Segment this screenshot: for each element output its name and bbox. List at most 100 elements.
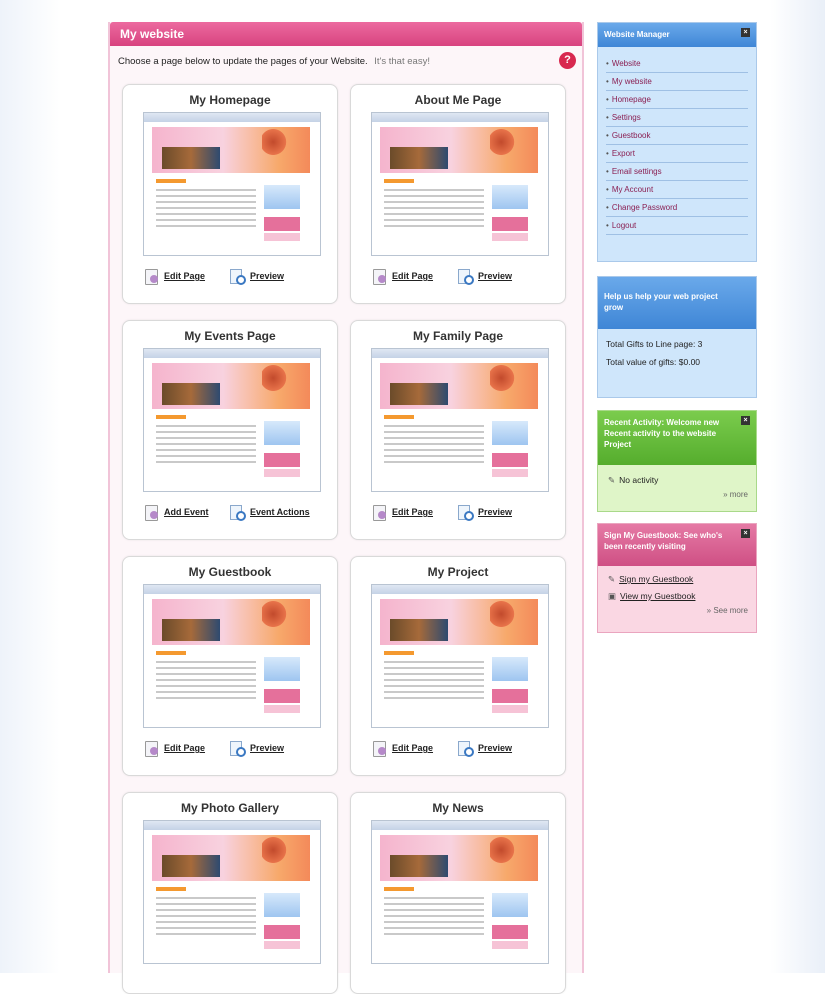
action-label: Edit Page	[164, 271, 206, 281]
card-title: My Photo Gallery	[180, 801, 280, 815]
page-thumbnail[interactable]	[143, 112, 321, 256]
action-label: Add Event	[164, 507, 209, 517]
action-label: Edit Page	[392, 743, 434, 753]
more-label: See more	[713, 606, 748, 615]
view-guestbook-link[interactable]: ▣ View my Guestbook	[608, 591, 748, 602]
card-my-family: My Family Page Edit Page Preview	[350, 320, 566, 540]
nav-item[interactable]: • My Account	[606, 181, 748, 199]
intro-instruction: Choose a page below to update the pages …	[118, 56, 368, 67]
guestbook-box: Sign My Guestbook: See who's been recent…	[597, 523, 757, 633]
stats-title: Help us help your web project grow	[598, 277, 756, 329]
card-actions: Add Event Event Actions	[123, 501, 337, 523]
card-my-homepage: My Homepage Edit Page Preview	[122, 84, 338, 304]
preview-link[interactable]: Preview	[457, 737, 512, 759]
link-label: Sign my Guestbook	[619, 574, 694, 584]
page-thumbnail[interactable]	[371, 112, 549, 256]
card-title: My News	[432, 801, 484, 815]
card-title: My Homepage	[189, 93, 271, 107]
action-label: Preview	[478, 507, 513, 517]
close-icon[interactable]: ×	[741, 28, 750, 37]
nav-item-label: Guestbook	[611, 131, 651, 140]
action-label: Preview	[478, 743, 513, 753]
card-title: My Project	[427, 565, 489, 579]
box-title: Sign My Guestbook: See who's been recent…	[598, 524, 756, 566]
edit-page-link[interactable]: Edit Page	[143, 265, 205, 287]
recent-activity-box: Recent Activity: Welcome new Recent acti…	[597, 410, 757, 512]
nav-item-label: Change Password	[611, 203, 678, 212]
preview-icon	[229, 740, 246, 757]
nav-item[interactable]: • Change Password	[606, 199, 748, 217]
page-thumbnail[interactable]	[143, 584, 321, 728]
recent-more-link[interactable]: » more	[598, 490, 748, 499]
edit-page-icon	[143, 268, 159, 285]
edit-page-link[interactable]: Edit Page	[143, 737, 205, 759]
help-icon[interactable]: ?	[559, 52, 576, 69]
event-actions-link[interactable]: Event Actions	[229, 501, 310, 523]
nav-item-label: Email settings	[611, 167, 662, 176]
action-label: Edit Page	[392, 507, 434, 517]
box-title: Website Manager ×	[598, 23, 756, 47]
add-event-link[interactable]: Add Event	[143, 501, 209, 523]
nav-item[interactable]: • Website	[606, 55, 748, 73]
guestbook-more-link[interactable]: » See more	[598, 606, 748, 615]
nav-list: • Website • My website • Homepage • Settings…	[606, 55, 748, 235]
card-my-events: My Events Page Add Event Event Actions	[122, 320, 338, 540]
card-actions: Edit Page Preview	[351, 265, 565, 287]
page-thumbnail[interactable]	[143, 820, 321, 964]
preview-link[interactable]: Preview	[457, 265, 512, 287]
page-thumbnail[interactable]	[371, 820, 549, 964]
nav-item[interactable]: • Logout	[606, 217, 748, 235]
nav-item[interactable]: • Homepage	[606, 91, 748, 109]
guestbook-title: Sign My Guestbook: See who's been recent…	[604, 531, 723, 551]
nav-item-label: Homepage	[611, 95, 651, 104]
preview-link[interactable]: Preview	[229, 265, 284, 287]
preview-icon	[457, 268, 474, 285]
page-thumbnail[interactable]	[371, 348, 549, 492]
action-label: Edit Page	[392, 271, 434, 281]
close-icon[interactable]: ×	[741, 416, 750, 425]
card-title: My Events Page	[184, 329, 276, 343]
sign-guestbook-link[interactable]: ✎ Sign my Guestbook	[608, 574, 748, 585]
preview-icon	[457, 504, 474, 521]
card-about-me: About Me Page Edit Page Preview	[350, 84, 566, 304]
main-panel: My website Choose a page below to update…	[108, 22, 584, 994]
pen-icon: ✎	[608, 574, 616, 584]
nav-item[interactable]: • My website	[606, 73, 748, 91]
nav-item[interactable]: • Settings	[606, 109, 748, 127]
action-label: Preview	[250, 743, 285, 753]
preview-icon	[229, 268, 246, 285]
stats-value: Total value of gifts: $0.00	[606, 357, 701, 367]
card-actions: Edit Page Preview	[123, 737, 337, 759]
nav-item[interactable]: • Guestbook	[606, 127, 748, 145]
book-icon: ▣	[608, 591, 617, 601]
intro-easy: It's that easy!	[374, 56, 430, 67]
edit-page-icon	[371, 268, 387, 285]
card-my-photo-gallery: My Photo Gallery	[122, 792, 338, 994]
action-label: Preview	[250, 271, 285, 281]
add-event-icon	[143, 504, 159, 521]
event-actions-icon	[229, 504, 246, 521]
intro-text: Choose a page below to update the pages …	[110, 46, 582, 76]
gift-stats-box: Help us help your web project grow Total…	[597, 276, 757, 398]
page-thumbnail[interactable]	[371, 584, 549, 728]
page-thumbnail[interactable]	[143, 348, 321, 492]
card-actions: Edit Page Preview	[351, 737, 565, 759]
recent-item-label: No activity	[619, 475, 659, 485]
edit-page-link[interactable]: Edit Page	[371, 265, 433, 287]
nav-item-label: Website	[611, 59, 641, 68]
card-my-news: My News	[350, 792, 566, 994]
edit-page-icon	[371, 740, 387, 757]
nav-item[interactable]: • Email settings	[606, 163, 748, 181]
edit-page-link[interactable]: Edit Page	[371, 737, 433, 759]
main-header: My website	[110, 22, 582, 46]
more-label: more	[729, 490, 748, 499]
edit-page-link[interactable]: Edit Page	[371, 501, 433, 523]
close-icon[interactable]: ×	[741, 529, 750, 538]
recent-item: ✎ No activity	[608, 475, 748, 486]
nav-item-label: Export	[611, 149, 635, 158]
edit-page-icon	[371, 504, 387, 521]
card-actions: Edit Page Preview	[351, 501, 565, 523]
preview-link[interactable]: Preview	[229, 737, 284, 759]
nav-item[interactable]: • Export	[606, 145, 748, 163]
preview-link[interactable]: Preview	[457, 501, 512, 523]
